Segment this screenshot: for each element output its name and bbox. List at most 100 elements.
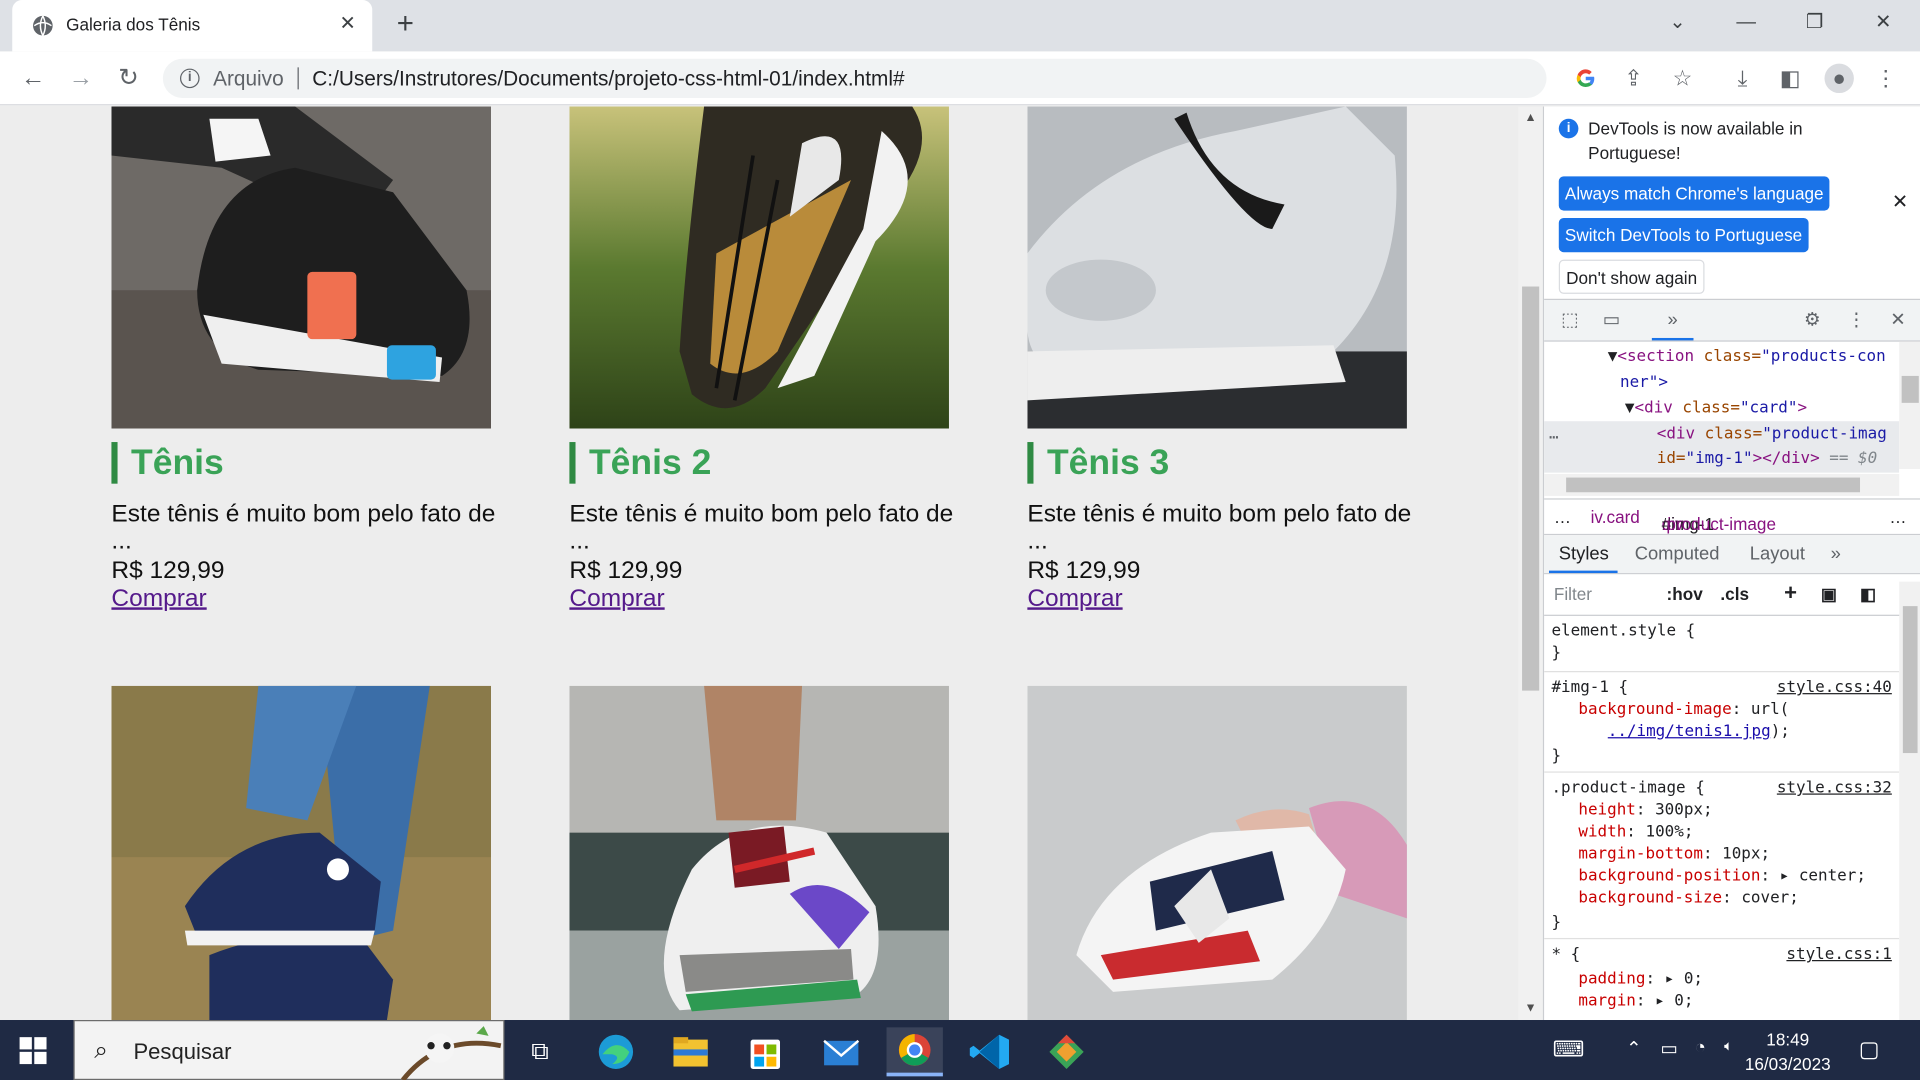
buy-link[interactable]: Comprar — [111, 585, 206, 613]
restore-icon[interactable]: ❐ — [1793, 7, 1837, 39]
css-value[interactable]: 0; — [1674, 992, 1693, 1010]
edge-icon[interactable] — [588, 1027, 644, 1076]
download-icon[interactable]: ⤓ — [1728, 64, 1757, 93]
css-value[interactable]: url( — [1751, 700, 1789, 718]
vscode-icon[interactable] — [962, 1027, 1018, 1076]
css-value[interactable]: 300px; — [1655, 801, 1713, 819]
rule-selector[interactable]: #img-1 { — [1551, 677, 1628, 699]
keyboard-icon[interactable]: ⌨ — [1553, 1037, 1585, 1063]
dom-node-section[interactable]: ▼<section class="products-con — [1544, 344, 1899, 370]
css-property[interactable]: margin-bottom — [1578, 845, 1703, 863]
dom-node-card[interactable]: ▼<div class="card"> — [1544, 396, 1899, 422]
scrollbar-thumb[interactable] — [1566, 477, 1861, 493]
bookmark-star-icon[interactable]: ☆ — [1668, 64, 1697, 93]
more-tabs-icon[interactable]: » — [1659, 307, 1686, 334]
switch-to-portuguese-button[interactable]: Switch DevTools to Portuguese — [1558, 217, 1809, 253]
css-value[interactable]: 100%; — [1645, 823, 1693, 841]
system-clock[interactable]: 18:49 16/03/2023 — [1729, 1027, 1847, 1076]
minimize-icon[interactable]: — — [1724, 7, 1768, 39]
battery-icon[interactable]: ▭ — [1660, 1037, 1677, 1059]
rule-selector[interactable]: element.style { — [1551, 621, 1695, 643]
scroll-up-arrow-icon[interactable]: ▲ — [1525, 111, 1537, 124]
css-property[interactable]: background-size — [1578, 889, 1722, 907]
css-property[interactable]: margin — [1578, 992, 1636, 1010]
devtools-menu-icon[interactable]: ⋮ — [1843, 307, 1870, 334]
browser-tab[interactable]: Galeria dos Tênis ✕ — [12, 0, 373, 52]
dom-node-selected[interactable]: … <div class="product-imag id="img-1"></… — [1544, 421, 1900, 473]
menu-kebab-icon[interactable]: ⋮ — [1871, 64, 1900, 93]
chrome-icon[interactable] — [886, 1027, 943, 1077]
mail-icon[interactable] — [813, 1027, 869, 1076]
styles-scrollbar[interactable] — [1899, 581, 1920, 1021]
elements-hscrollbar[interactable] — [1544, 473, 1900, 496]
breadcrumb-more[interactable]: … — [1554, 507, 1571, 527]
page-scrollbar[interactable]: ▲ ▼ — [1518, 106, 1543, 1021]
git-kraken-icon[interactable] — [1038, 1027, 1094, 1076]
dom-ellipsis[interactable]: … — [1549, 421, 1559, 447]
rule-selector[interactable]: * { — [1551, 944, 1580, 966]
microsoft-store-icon[interactable] — [737, 1027, 793, 1076]
css-url-link[interactable]: ../img/tenis1.jpg — [1608, 722, 1771, 740]
address-url[interactable]: C:/Users/Instrutores/Documents/projeto-c… — [312, 67, 904, 91]
toggle-sidebar-icon[interactable]: ◧ — [1860, 584, 1876, 605]
tab-computed[interactable]: Computed — [1635, 544, 1720, 565]
tab-styles[interactable]: Styles — [1559, 544, 1609, 565]
close-tab-icon[interactable]: ✕ — [336, 12, 360, 36]
more-subtabs-icon[interactable]: » — [1831, 544, 1841, 565]
css-property[interactable]: background-position — [1578, 867, 1760, 885]
share-icon[interactable]: ⇪ — [1619, 64, 1648, 93]
tray-expand-icon[interactable]: ⌃ — [1626, 1037, 1641, 1059]
task-view-icon[interactable]: ⧉ — [512, 1027, 568, 1076]
always-match-language-button[interactable]: Always match Chrome's language — [1558, 176, 1830, 211]
rule-selector[interactable]: .product-image { — [1551, 778, 1704, 800]
css-property[interactable]: padding — [1578, 970, 1645, 988]
css-value[interactable]: cover; — [1741, 889, 1799, 907]
profile-avatar-icon[interactable]: ● — [1824, 63, 1854, 94]
dont-show-again-button[interactable]: Don't show again — [1558, 259, 1705, 294]
forward-arrow-icon[interactable]: → — [65, 62, 97, 94]
css-value[interactable]: center; — [1799, 867, 1866, 885]
buy-link[interactable]: Comprar — [569, 585, 664, 613]
rule-source-link[interactable]: style.css:32 — [1777, 778, 1892, 800]
filter-input[interactable]: Filter — [1554, 584, 1592, 604]
close-devtools-icon[interactable]: ✕ — [1885, 307, 1912, 334]
reload-icon[interactable]: ↻ — [113, 62, 145, 94]
tab-layout[interactable]: Layout — [1750, 544, 1805, 565]
rule-source-link[interactable]: style.css:40 — [1777, 677, 1892, 699]
settings-gear-icon[interactable]: ⚙ — [1799, 307, 1826, 334]
elements-scrollbar[interactable] — [1899, 341, 1920, 469]
scrollbar-thumb[interactable] — [1902, 606, 1918, 754]
paint-brush-icon[interactable]: ▣ — [1821, 584, 1837, 605]
google-icon[interactable] — [1576, 69, 1596, 89]
hover-state-toggle[interactable]: :hov — [1667, 584, 1703, 604]
css-property[interactable]: width — [1578, 823, 1626, 841]
scroll-down-arrow-icon[interactable]: ▼ — [1525, 1002, 1537, 1015]
css-value[interactable]: 10px; — [1722, 845, 1770, 863]
css-property[interactable]: background-image — [1578, 700, 1731, 718]
close-window-icon[interactable]: ✕ — [1861, 7, 1905, 39]
close-infobar-icon[interactable]: ✕ — [1892, 190, 1908, 214]
taskbar-search[interactable]: ⌕ Pesquisar — [73, 1020, 505, 1080]
class-toggle[interactable]: .cls — [1720, 584, 1749, 604]
file-explorer-icon[interactable] — [662, 1027, 718, 1076]
buy-link[interactable]: Comprar — [1027, 585, 1122, 613]
device-toolbar-icon[interactable]: ▭ — [1598, 307, 1625, 334]
scrollbar-thumb[interactable] — [1901, 375, 1919, 403]
new-rule-plus-icon[interactable]: + — [1784, 580, 1797, 606]
network-icon[interactable]: ◔ — [1695, 1037, 1706, 1058]
new-tab-button[interactable]: + — [389, 9, 421, 42]
breadcrumb-item[interactable]: iv.card — [1591, 507, 1640, 527]
css-value[interactable]: 0; — [1684, 970, 1703, 988]
info-icon[interactable]: i — [180, 68, 200, 89]
scrollbar-thumb[interactable] — [1522, 286, 1540, 691]
notifications-icon[interactable]: ▢ — [1859, 1037, 1880, 1063]
back-arrow-icon[interactable]: ← — [17, 62, 49, 94]
tab-search-chevron-icon[interactable]: ⌄ — [1656, 7, 1700, 39]
windows-start-icon[interactable] — [17, 1035, 49, 1067]
css-property[interactable]: height — [1578, 801, 1636, 819]
inspect-element-icon[interactable]: ⬚ — [1556, 307, 1583, 334]
side-panel-icon[interactable]: ◧ — [1776, 64, 1805, 93]
breadcrumb-more[interactable]: … — [1889, 507, 1906, 527]
rule-source-link[interactable]: style.css:1 — [1786, 944, 1891, 966]
address-bar[interactable]: i Arquivo C:/Users/Instrutores/Documents… — [162, 58, 1595, 98]
